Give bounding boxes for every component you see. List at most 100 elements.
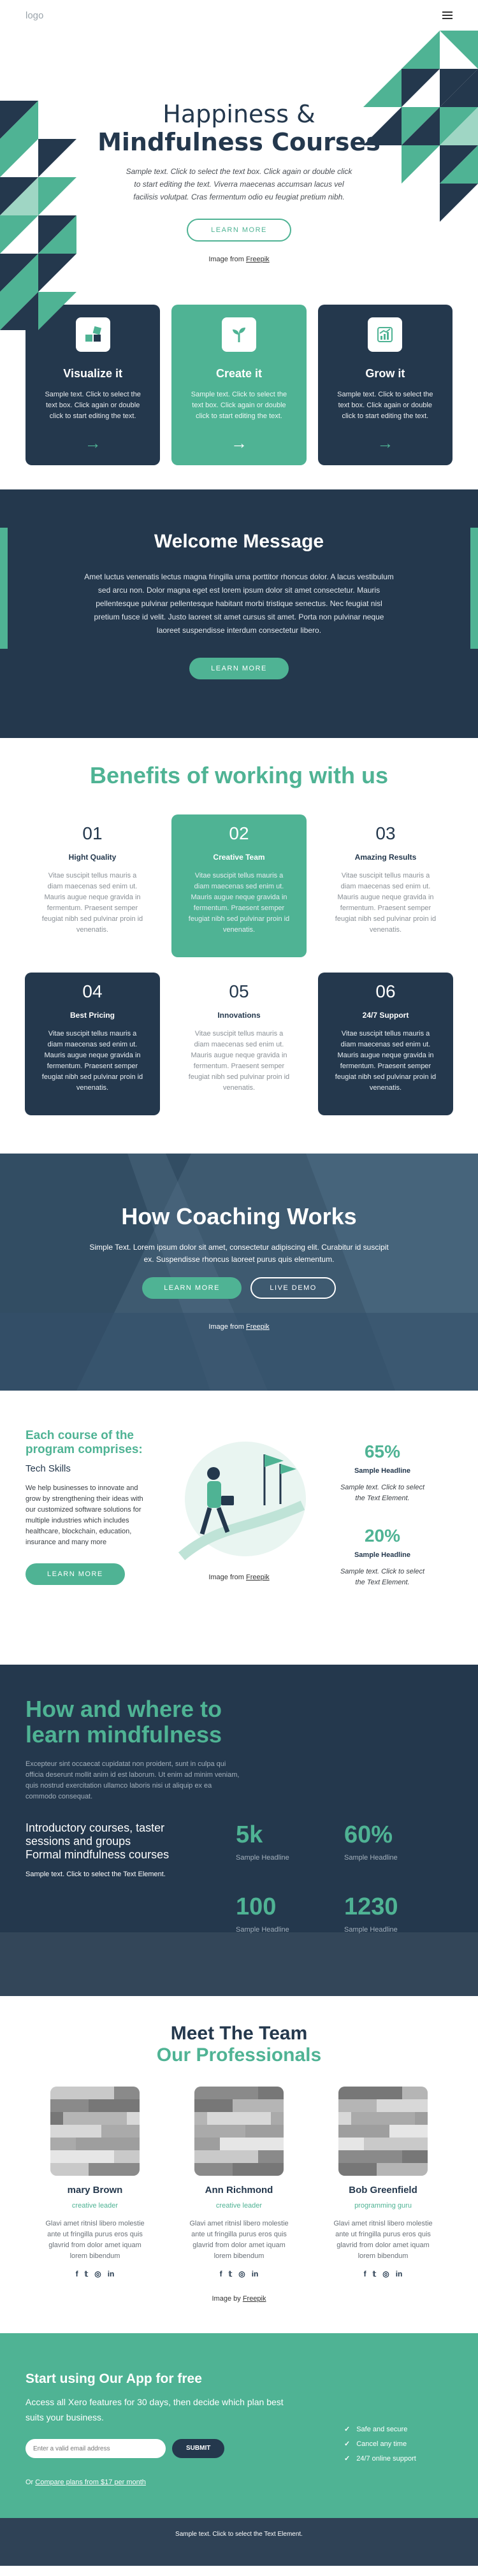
learn-title: How and where to learn mindfulness — [25, 1696, 222, 1747]
instagram-icon[interactable]: ◎ — [238, 2269, 245, 2278]
benefit-number: 05 — [229, 981, 249, 1001]
facebook-icon[interactable]: f — [76, 2269, 78, 2278]
course-text: We help businesses to innovate and grow … — [25, 1484, 143, 1546]
compare-plans-link[interactable]: Compare plans from $17 per month — [35, 2478, 146, 2486]
facebook-icon[interactable]: f — [220, 2269, 222, 2278]
course-image-credit: Image from Freepik — [208, 1574, 270, 1581]
linkedin-icon[interactable]: in — [108, 2269, 115, 2278]
twitter-icon[interactable]: 𝕥 — [85, 2269, 89, 2278]
member-name: Ann Richmond — [205, 2185, 273, 2196]
benefit-card: 06 24/7 Support Vitae suscipit tellus ma… — [318, 973, 453, 1115]
benefit-card: 05 Innovations Vitae suscipit tellus mau… — [171, 973, 307, 1115]
benefit-card: 02 Creative Team Vitae suscipit tellus m… — [171, 814, 307, 957]
freepik-link[interactable]: Freepik — [246, 1323, 270, 1331]
coaching-text: Simple Text. Lorem ipsum dolor sit amet,… — [89, 1243, 389, 1264]
team-member-card: mary Brown creative leader Glavi amet ri… — [39, 2087, 151, 2278]
stat-value: 1230 — [344, 1893, 398, 1920]
benefit-number: 01 — [82, 823, 103, 843]
welcome-text: Amet luctus venenatis lectus magna fring… — [84, 572, 394, 635]
instagram-icon[interactable]: ◎ — [382, 2269, 389, 2278]
hero-learn-more-button[interactable]: LEARN MORE — [187, 219, 291, 242]
benefit-card: 04 Best Pricing Vitae suscipit tellus ma… — [25, 973, 160, 1115]
instagram-icon[interactable]: ◎ — [94, 2269, 101, 2278]
linkedin-icon[interactable]: in — [252, 2269, 259, 2278]
decorative-band — [0, 1932, 478, 1996]
twitter-icon[interactable]: 𝕥 — [373, 2269, 377, 2278]
team-image-credit: Image by Freepik — [212, 2295, 266, 2303]
arrow-right-icon[interactable]: → — [25, 433, 160, 453]
app-signup-section: Start using Our App for free Access all … — [0, 2333, 478, 2518]
team-grid: mary Brown creative leader Glavi amet ri… — [0, 2087, 478, 2278]
stat-value: 60% — [344, 1821, 393, 1848]
learn-section: How and where to learn mindfulness Except… — [0, 1665, 478, 1996]
submit-button[interactable]: SUBMIT — [172, 2439, 225, 2458]
freepik-link[interactable]: Freepik — [246, 1574, 270, 1581]
footer-text: Sample text. Click to select the Text El… — [175, 2531, 303, 2538]
course-title: Each course of the program comprises: — [25, 1429, 143, 1456]
avatar — [50, 2087, 140, 2176]
benefit-title: Amazing Results — [354, 853, 417, 862]
learn-stats: 5k Sample Headline 60% Sample Headline 100… — [236, 1821, 453, 1934]
learn-text: Sample text. Click to select the Text El… — [25, 1870, 166, 1878]
member-bio: Glavi amet ritnisl libero molestie ante … — [189, 2220, 289, 2260]
member-bio: Glavi amet ritnisl libero molestie ante … — [333, 2220, 433, 2260]
stat-value: 20% — [364, 1526, 401, 1545]
hero-text: Sample text. Click to select the text bo… — [126, 167, 352, 202]
arrow-right-icon[interactable]: → — [318, 433, 453, 453]
hamburger-menu-icon[interactable] — [442, 11, 453, 19]
benefit-title: Best Pricing — [69, 1011, 115, 1020]
benefit-number: 06 — [375, 981, 396, 1001]
feature-item: Cancel any time — [344, 2440, 416, 2448]
coaching-section: How Coaching Works Simple Text. Lorem ip… — [0, 1154, 478, 1391]
linkedin-icon[interactable]: in — [396, 2269, 403, 2278]
learn-course-list: Introductory courses, taster sessions and… — [25, 1821, 170, 1861]
benefit-title: Creative Team — [213, 853, 265, 862]
twitter-icon[interactable]: 𝕥 — [229, 2269, 233, 2278]
feature-text: Sample text. Click to select the text bo… — [191, 391, 287, 420]
footer: Sample text. Click to select the Text El… — [0, 2518, 478, 2566]
member-role: creative leader — [71, 2202, 119, 2210]
compare-plans: Or Compare plans from $17 per month — [25, 2478, 146, 2486]
left-triangle-pattern — [0, 101, 76, 330]
benefit-text: Vitae suscipit tellus mauris a diam maec… — [41, 872, 143, 934]
welcome-title: Welcome Message — [154, 531, 324, 552]
social-links: f 𝕥 ◎ in — [327, 2269, 439, 2278]
member-name: mary Brown — [67, 2185, 123, 2196]
course-section: Each course of the program comprises: Tec… — [0, 1391, 478, 1646]
top-bar: logo — [0, 0, 478, 31]
stat-value: 100 — [236, 1893, 277, 1920]
benefit-number: 03 — [375, 823, 396, 843]
benefit-text: Vitae suscipit tellus mauris a diam maec… — [335, 872, 437, 934]
benefit-text: Vitae suscipit tellus mauris a diam maec… — [41, 1030, 143, 1092]
email-field[interactable] — [25, 2439, 166, 2458]
stat-label: Sample Headline — [236, 1854, 289, 1862]
benefit-text: Vitae suscipit tellus mauris a diam maec… — [188, 1030, 290, 1092]
stat-value: 65% — [364, 1442, 401, 1461]
course-subtitle: Tech Skills — [25, 1463, 71, 1474]
benefit-card: 01 Hight Quality Vitae suscipit tellus m… — [25, 814, 160, 957]
freepik-link[interactable]: Freepik — [246, 256, 270, 263]
freepik-link[interactable]: Freepik — [243, 2295, 266, 2303]
logo[interactable]: logo — [25, 10, 43, 21]
stat-heading: Sample Headline — [354, 1467, 411, 1475]
stat-text: Sample text. Click to select the Text El… — [340, 1484, 425, 1502]
welcome-learn-more-button[interactable]: LEARN MORE — [189, 658, 289, 679]
course-learn-more-button[interactable]: LEARN MORE — [25, 1563, 125, 1585]
stat-text: Sample text. Click to select the Text El… — [340, 1568, 425, 1586]
arrow-right-icon[interactable]: → — [171, 433, 306, 453]
app-features-list: Safe and secure Cancel any time 24/7 onl… — [344, 2371, 416, 2518]
facebook-icon[interactable]: f — [364, 2269, 366, 2278]
feature-title: Visualize it — [63, 367, 123, 380]
team-member-card: Ann Richmond creative leader Glavi amet … — [183, 2087, 295, 2278]
member-role: programming guru — [354, 2202, 412, 2210]
team-member-card: Bob Greenfield programming guru Glavi am… — [327, 2087, 439, 2278]
avatar — [338, 2087, 428, 2176]
benefit-title: Hight Quality — [68, 853, 117, 862]
social-links: f 𝕥 ◎ in — [39, 2269, 151, 2278]
app-text: Access all Xero features for 30 days, th… — [25, 2397, 284, 2422]
live-demo-button[interactable]: LIVE DEMO — [250, 1277, 336, 1299]
benefits-title: Benefits of working with us — [89, 762, 389, 788]
coaching-learn-more-button[interactable]: LEARN MORE — [142, 1277, 242, 1299]
benefit-number: 02 — [229, 823, 249, 843]
feature-item: Safe and secure — [344, 2425, 416, 2433]
